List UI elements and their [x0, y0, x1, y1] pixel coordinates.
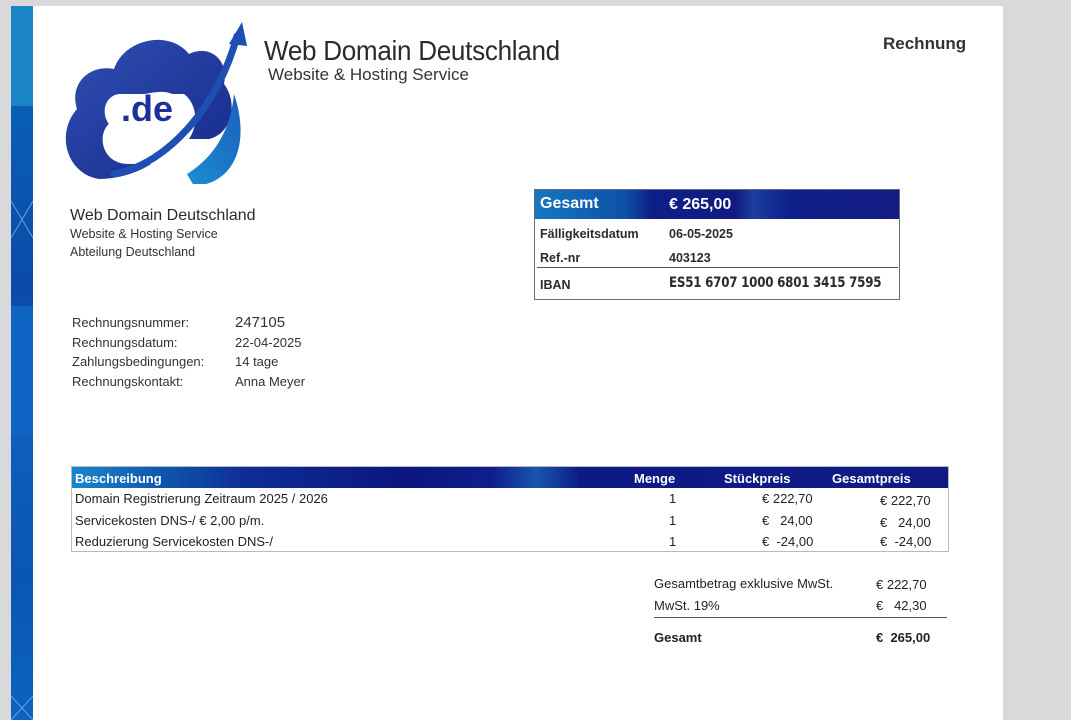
column-header-quantity: Menge [634, 471, 676, 486]
net-total-value: € 222,70 [876, 577, 927, 592]
meta-label: Rechnungskontakt: [72, 373, 184, 389]
table-row: Reduzierung Servicekosten DNS-/ 1 € -24,… [72, 534, 948, 555]
item-description: Servicekosten DNS-/ € 2,00 p/m. [75, 513, 265, 528]
item-quantity: 1 [669, 491, 677, 506]
item-total-price: € 24,00 [880, 515, 931, 530]
meta-value: Anna Meyer [235, 373, 306, 389]
item-quantity: 1 [669, 513, 677, 528]
sender-department: Abteilung Deutschland [70, 245, 196, 259]
item-description: Reduzierung Servicekosten DNS-/ [75, 534, 273, 549]
meta-value: 247105 [235, 314, 286, 331]
column-header-total-price: Gesamtpreis [832, 471, 911, 486]
summary-header: Gesamt € 265,00 [535, 190, 899, 219]
side-stripe [11, 6, 33, 720]
svg-text:.de: .de [121, 88, 173, 129]
vat-label: MwSt. 19% [654, 598, 720, 613]
grand-total-label: Gesamt [654, 630, 702, 645]
item-unit-price: € -24,00 [762, 534, 814, 549]
iban-label: IBAN [540, 278, 571, 292]
iban-value: ES51 6707 1000 6801 3415 7595 [669, 275, 882, 291]
sender-name: Web Domain Deutschland [70, 207, 256, 224]
company-tagline: Website & Hosting Service [268, 65, 469, 84]
payment-summary-box: Gesamt € 265,00 Fälligkeitsdatum 06-05-2… [534, 189, 900, 300]
totals-divider [654, 617, 947, 618]
ref-value: 403123 [669, 251, 711, 265]
item-unit-price: € 222,70 [762, 491, 813, 506]
document-type: Rechnung [883, 34, 967, 53]
meta-label: Rechnungsnummer: [72, 315, 190, 330]
grand-total-value: € 265,00 [876, 630, 931, 645]
table-header: Beschreibung Menge Stückpreis Gesamtprei… [72, 467, 948, 488]
summary-divider [537, 267, 898, 268]
sender-tagline: Website & Hosting Service [70, 227, 218, 241]
item-quantity: 1 [669, 534, 677, 549]
meta-label: Rechnungsdatum: [72, 334, 178, 350]
due-date-label: Fälligkeitsdatum [540, 227, 639, 241]
meta-value: 22-04-2025 [235, 334, 302, 350]
column-header-description: Beschreibung [75, 471, 162, 486]
vat-value: € 42,30 [876, 598, 927, 613]
item-description: Domain Registrierung Zeitraum 2025 / 202… [75, 491, 328, 506]
invoice-page: .de Web Domain Deutschland Website & Hos… [11, 6, 1003, 720]
meta-value: 14 tage [235, 354, 279, 369]
net-total-label: Gesamtbetrag exklusive MwSt. [654, 576, 834, 591]
table-row: Servicekosten DNS-/ € 2,00 p/m. 1 € 24,0… [72, 513, 948, 534]
item-total-price: € -24,00 [880, 534, 932, 549]
sender-address: Web Domain Deutschland Website & Hosting… [70, 207, 256, 259]
meta-label: Zahlungsbedingungen: [72, 354, 205, 369]
item-total-price: € 222,70 [880, 493, 931, 508]
line-items-table: Beschreibung Menge Stückpreis Gesamtprei… [71, 466, 949, 552]
ref-label: Ref.-nr [540, 251, 581, 265]
company-logo: .de [59, 14, 249, 189]
company-title: Web Domain Deutschland [264, 35, 560, 66]
table-row: Domain Registrierung Zeitraum 2025 / 202… [72, 491, 948, 512]
item-unit-price: € 24,00 [762, 513, 813, 528]
summary-total-label: Gesamt [540, 195, 599, 212]
summary-total-value: € 265,00 [669, 196, 732, 213]
column-header-unit-price: Stückpreis [724, 471, 791, 486]
due-date-value: 06-05-2025 [669, 227, 733, 241]
